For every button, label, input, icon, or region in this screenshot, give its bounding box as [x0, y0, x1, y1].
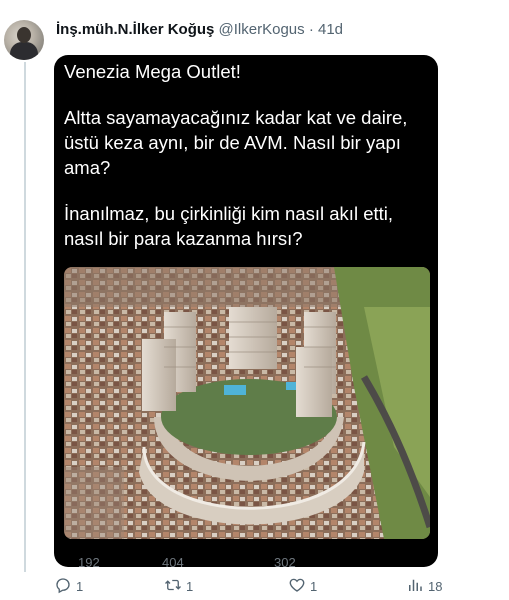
image-repost-count: 404	[162, 555, 184, 567]
like-icon	[288, 576, 306, 597]
media-text-line: Altta sayamayacağınız kadar kat ve daire…	[64, 107, 408, 128]
media-text-line: üstü keza aynı, bir de AVM. Nasıl bir ya…	[64, 132, 401, 153]
display-name[interactable]: İnş.müh.N.İlker Koğuş	[56, 21, 214, 38]
image-like-count: 302	[274, 555, 296, 567]
views-button[interactable]: 18	[406, 574, 442, 598]
thread-line	[24, 62, 26, 572]
repost-icon	[164, 576, 182, 597]
image-engagement-row: 192 404 302	[64, 555, 434, 567]
separator-dot: ·	[308, 21, 314, 38]
like-count: 1	[310, 578, 318, 594]
views-icon	[406, 576, 424, 597]
post-time[interactable]: 41d	[318, 21, 343, 38]
user-handle[interactable]: @IlkerKogus	[219, 21, 305, 38]
reply-button[interactable]: 1	[54, 574, 83, 598]
media-text-line: İnanılmaz, bu çirkinliği kim nasıl akıl …	[64, 203, 394, 224]
media-text-line: Venezia Mega Outlet!	[64, 61, 241, 82]
reply-icon	[54, 576, 72, 597]
repost-count: 1	[186, 578, 194, 594]
views-count: 18	[428, 578, 443, 594]
image-reply-count: 192	[78, 555, 100, 567]
avatar[interactable]	[4, 20, 44, 60]
tweet-header: İnş.müh.N.İlker Koğuş @IlkerKogus · 41d	[56, 21, 343, 39]
like-button[interactable]: 1	[288, 574, 317, 598]
aerial-photo	[64, 267, 430, 539]
media-text: Venezia Mega Outlet! Altta sayamayacağın…	[64, 59, 424, 251]
media-text-line: ama?	[64, 157, 111, 178]
reply-count: 1	[76, 578, 84, 594]
repost-button[interactable]: 1	[164, 574, 193, 598]
media-text-line: nasıl bir para kazanma hırsı?	[64, 228, 303, 249]
tweet-actions: 1 1 1 18	[54, 574, 454, 598]
tweet-media-image[interactable]: Venezia Mega Outlet! Altta sayamayacağın…	[54, 55, 438, 567]
